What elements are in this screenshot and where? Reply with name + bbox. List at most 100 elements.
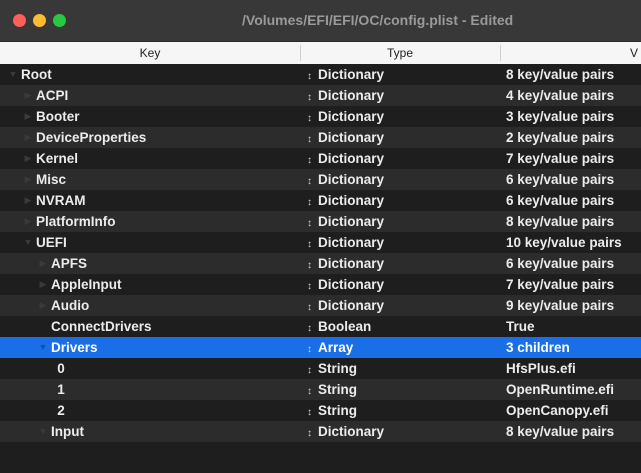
value-cell[interactable]: 3 children (506, 337, 641, 358)
column-divider[interactable] (500, 45, 501, 61)
column-header-value[interactable]: V (630, 46, 638, 60)
type-label: Dictionary (318, 130, 385, 145)
type-popup[interactable]: ↕ Dictionary (307, 64, 497, 85)
outline-row[interactable]: ▶ ACPI ↕ Dictionary 4 key/value pairs (0, 85, 641, 106)
value-cell[interactable]: 10 key/value pairs (506, 232, 641, 253)
chevron-down-icon[interactable]: ▼ (7, 64, 19, 85)
chevron-right-icon[interactable]: ▶ (37, 274, 49, 295)
value-cell[interactable]: 6 key/value pairs (506, 253, 641, 274)
key-cell[interactable]: ▶ PlatformInfo (0, 211, 300, 232)
value-cell[interactable]: 7 key/value pairs (506, 148, 641, 169)
value-cell[interactable]: 4 key/value pairs (506, 85, 641, 106)
type-popup[interactable]: ↕ Dictionary (307, 253, 497, 274)
key-cell[interactable]: ▶ ACPI (0, 85, 300, 106)
outline-row[interactable]: ▶ NVRAM ↕ Dictionary 6 key/value pairs (0, 190, 641, 211)
close-button[interactable] (13, 14, 26, 27)
type-popup[interactable]: ↕ Dictionary (307, 190, 497, 211)
type-popup[interactable]: ↕ Dictionary (307, 148, 497, 169)
type-popup[interactable]: ↕ Dictionary (307, 211, 497, 232)
updown-arrows-icon: ↕ (307, 302, 312, 313)
type-popup[interactable]: ↕ Dictionary (307, 232, 497, 253)
outline-row[interactable]: ▶ Audio ↕ Dictionary 9 key/value pairs (0, 295, 641, 316)
value-cell[interactable]: 2 key/value pairs (506, 127, 641, 148)
key-cell[interactable]: ▶ Misc (0, 169, 300, 190)
key-cell[interactable]: ▼ Root (0, 64, 300, 85)
chevron-down-icon[interactable]: ▼ (22, 232, 34, 253)
key-cell[interactable]: ConnectDrivers (0, 316, 300, 337)
updown-arrows-icon: ↕ (307, 407, 312, 418)
column-header-key[interactable]: Key (0, 46, 300, 60)
key-cell[interactable]: ▶ Audio (0, 295, 300, 316)
outline-row[interactable]: ConnectDrivers ↕ Boolean True (0, 316, 641, 337)
value-cell[interactable]: 8 key/value pairs (506, 211, 641, 232)
zoom-button[interactable] (53, 14, 66, 27)
outline-row[interactable]: ▶ AppleInput ↕ Dictionary 7 key/value pairs (0, 274, 641, 295)
value-cell[interactable]: 6 key/value pairs (506, 190, 641, 211)
type-popup[interactable]: ↕ Dictionary (307, 106, 497, 127)
value-cell[interactable]: OpenRuntime.efi (506, 379, 641, 400)
type-popup[interactable]: ↕ Boolean (307, 316, 497, 337)
value-cell[interactable]: 3 key/value pairs (506, 106, 641, 127)
key-cell[interactable]: ▶ DeviceProperties (0, 127, 300, 148)
outline-row[interactable]: ▼ Input ↕ Dictionary 8 key/value pairs (0, 421, 641, 442)
outline-row[interactable]: ▼ Root ↕ Dictionary 8 key/value pairs (0, 64, 641, 85)
outline-row[interactable]: 2 ↕ String OpenCanopy.efi (0, 400, 641, 421)
type-label: String (318, 361, 357, 376)
outline-row[interactable]: ▶ PlatformInfo ↕ Dictionary 8 key/value pair… (0, 211, 641, 232)
key-cell[interactable]: ▶ Kernel (0, 148, 300, 169)
key-cell[interactable]: ▼ Input (0, 421, 300, 442)
value-cell[interactable]: 8 key/value pairs (506, 421, 641, 442)
chevron-right-icon[interactable]: ▶ (22, 85, 34, 106)
type-popup[interactable]: ↕ String (307, 400, 497, 421)
outline-row[interactable]: 1 ↕ String OpenRuntime.efi (0, 379, 641, 400)
type-popup[interactable]: ↕ Dictionary (307, 127, 497, 148)
type-popup[interactable]: ↕ Array (307, 337, 497, 358)
outline-row[interactable]: ▶ DeviceProperties ↕ Dictionary 2 key/value … (0, 127, 641, 148)
value-cell[interactable]: HfsPlus.efi (506, 358, 641, 379)
value-cell[interactable]: OpenCanopy.efi (506, 400, 641, 421)
key-label: Root (21, 67, 52, 82)
chevron-right-icon[interactable]: ▶ (37, 295, 49, 316)
key-cell[interactable]: ▶ APFS (0, 253, 300, 274)
type-popup[interactable]: ↕ String (307, 379, 497, 400)
chevron-right-icon[interactable]: ▶ (22, 127, 34, 148)
chevron-right-icon[interactable]: ▶ (37, 253, 49, 274)
key-cell[interactable]: 0 (0, 358, 300, 379)
chevron-right-icon[interactable]: ▶ (22, 211, 34, 232)
type-popup[interactable]: ↕ Dictionary (307, 169, 497, 190)
chevron-right-icon[interactable]: ▶ (22, 190, 34, 211)
outline-row[interactable]: ▶ Booter ↕ Dictionary 3 key/value pairs (0, 106, 641, 127)
chevron-right-icon[interactable]: ▶ (22, 148, 34, 169)
type-popup[interactable]: ↕ Dictionary (307, 421, 497, 442)
chevron-right-icon[interactable]: ▶ (22, 169, 34, 190)
column-header-type[interactable]: Type (300, 46, 500, 60)
title-bar[interactable]: /Volumes/EFI/EFI/OC/config.plist - Edite… (0, 0, 641, 42)
type-popup[interactable]: ↕ Dictionary (307, 85, 497, 106)
type-popup[interactable]: ↕ Dictionary (307, 295, 497, 316)
value-cell[interactable]: True (506, 316, 641, 337)
outline-row[interactable]: ▼ Drivers ↕ Array 3 children (0, 337, 641, 358)
value-cell[interactable]: 8 key/value pairs (506, 64, 641, 85)
key-cell[interactable]: 2 (0, 400, 300, 421)
outline-row[interactable]: ▼ UEFI ↕ Dictionary 10 key/value pairs (0, 232, 641, 253)
key-cell[interactable]: ▼ UEFI (0, 232, 300, 253)
outline-row[interactable]: ▶ APFS ↕ Dictionary 6 key/value pairs (0, 253, 641, 274)
value-cell[interactable]: 9 key/value pairs (506, 295, 641, 316)
key-label: Booter (36, 109, 80, 124)
chevron-down-icon[interactable]: ▼ (37, 421, 49, 442)
key-cell[interactable]: ▶ NVRAM (0, 190, 300, 211)
key-cell[interactable]: ▶ Booter (0, 106, 300, 127)
outline-row[interactable]: ▶ Misc ↕ Dictionary 6 key/value pairs (0, 169, 641, 190)
outline-row[interactable]: 0 ↕ String HfsPlus.efi (0, 358, 641, 379)
type-popup[interactable]: ↕ String (307, 358, 497, 379)
chevron-down-icon[interactable]: ▼ (37, 337, 49, 358)
key-cell[interactable]: 1 (0, 379, 300, 400)
key-cell[interactable]: ▼ Drivers (0, 337, 300, 358)
minimize-button[interactable] (33, 14, 46, 27)
value-cell[interactable]: 7 key/value pairs (506, 274, 641, 295)
chevron-right-icon[interactable]: ▶ (22, 106, 34, 127)
outline-row[interactable]: ▶ Kernel ↕ Dictionary 7 key/value pairs (0, 148, 641, 169)
value-cell[interactable]: 6 key/value pairs (506, 169, 641, 190)
type-popup[interactable]: ↕ Dictionary (307, 274, 497, 295)
key-cell[interactable]: ▶ AppleInput (0, 274, 300, 295)
